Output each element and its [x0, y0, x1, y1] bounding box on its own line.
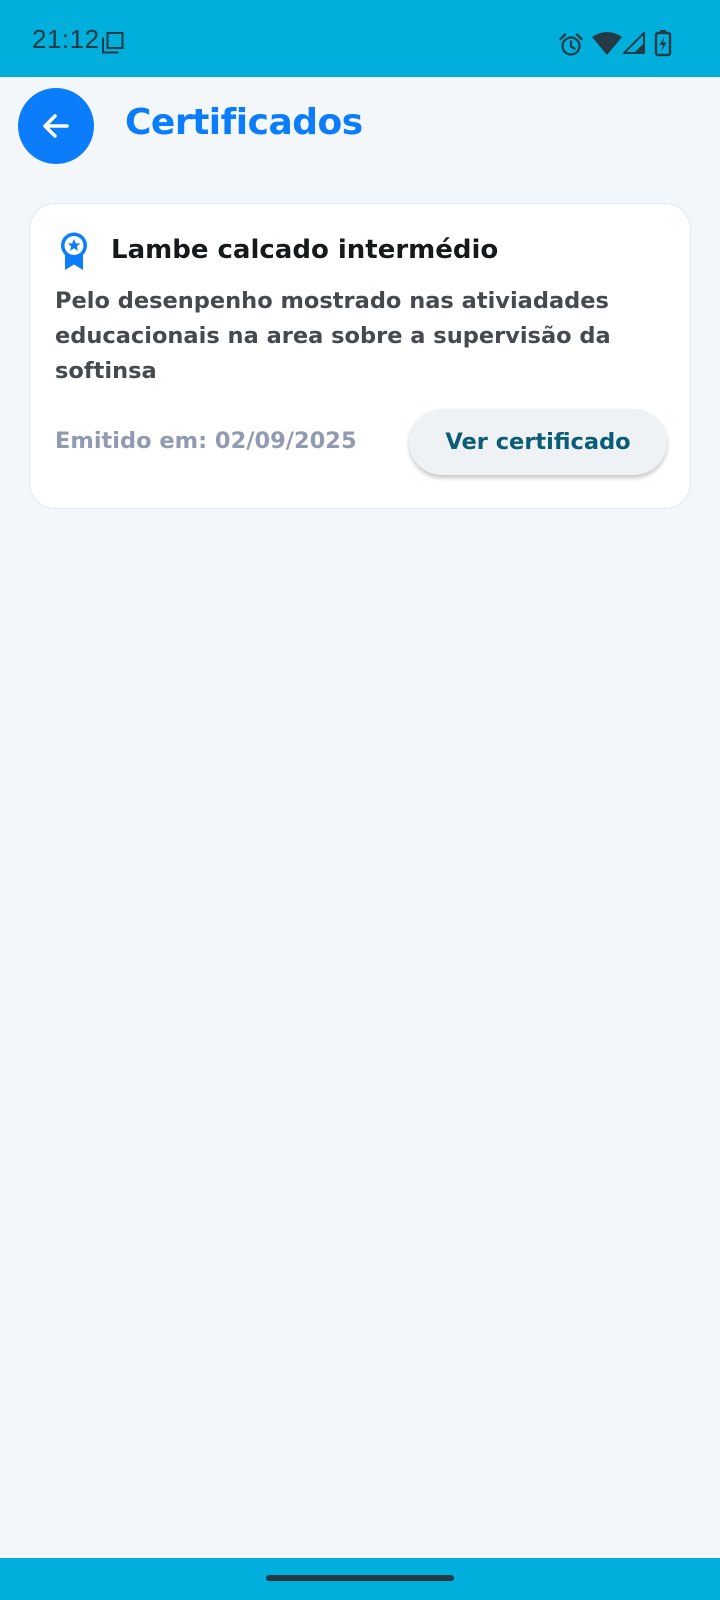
screenshot-icon	[102, 32, 124, 54]
award-ribbon-icon	[61, 232, 87, 270]
home-indicator[interactable]	[266, 1575, 454, 1581]
page-title: Certificados	[125, 102, 363, 143]
back-button[interactable]	[18, 88, 94, 164]
certificate-issued-date: Emitido em: 02/09/2025	[55, 428, 357, 454]
arrow-left-icon	[43, 114, 69, 138]
view-certificate-button[interactable]: Ver certificado	[409, 409, 667, 475]
certificate-card: Lambe calcado intermédio Pelo desenpenho…	[29, 203, 691, 509]
status-time: 21:12	[32, 24, 100, 54]
signal-icon	[623, 32, 645, 54]
certificate-title: Lambe calcado intermédio	[111, 235, 499, 265]
status-bar: 21:12	[0, 0, 720, 77]
wifi-icon	[592, 32, 622, 55]
alarm-icon	[559, 33, 583, 56]
certificate-description: Pelo desenpenho mostrado nas ativiadades…	[55, 288, 611, 384]
battery-charging-icon	[654, 30, 672, 57]
navigation-bar	[0, 1558, 720, 1600]
